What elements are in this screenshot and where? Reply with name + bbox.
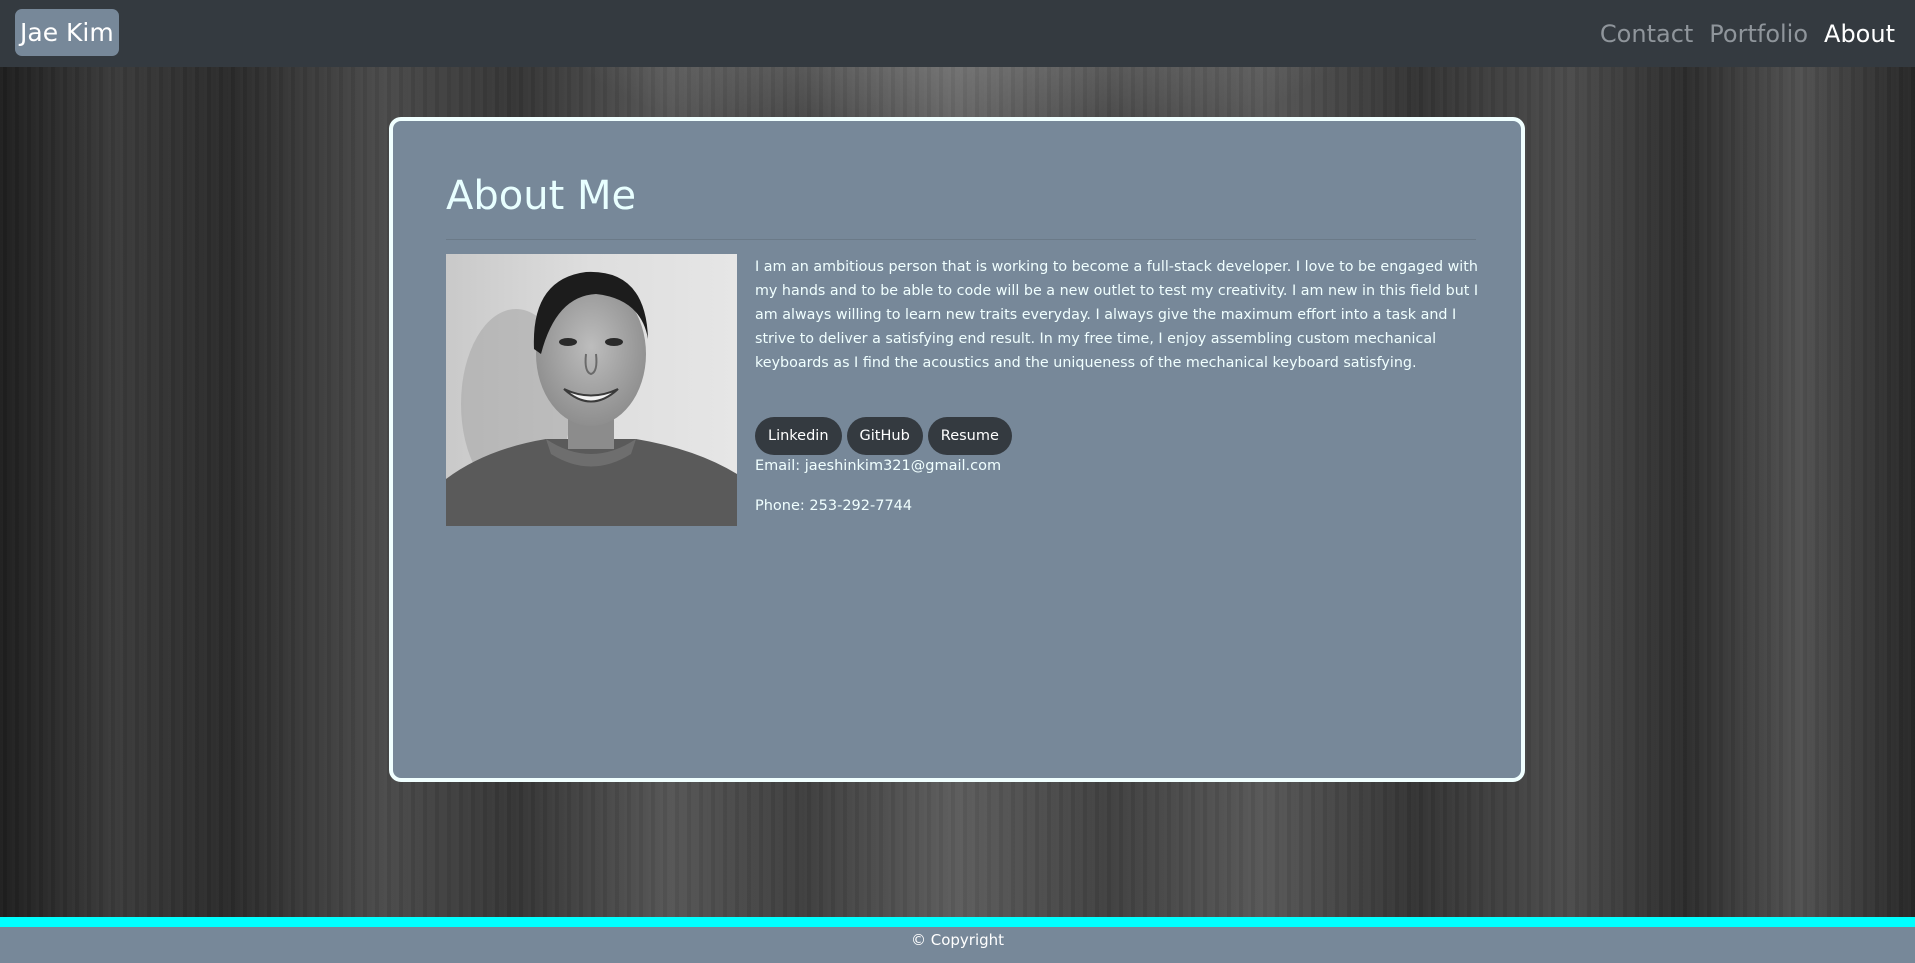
- divider: [446, 239, 1476, 240]
- nav-link-portfolio[interactable]: Portfolio: [1709, 20, 1808, 48]
- about-card: About Me I am an ambitious person that i…: [389, 117, 1525, 782]
- github-button[interactable]: GitHub: [846, 417, 923, 455]
- phone-text: Phone: 253-292-7744: [755, 498, 913, 514]
- link-buttons: Linkedin GitHub Resume: [755, 417, 1012, 455]
- copyright-text: © Copyright: [910, 931, 1005, 949]
- brand-link[interactable]: Jae Kim: [15, 9, 119, 56]
- footer-accent-stripe: [0, 917, 1915, 927]
- bio-text: I am an ambitious person that is working…: [755, 259, 1479, 371]
- resume-button[interactable]: Resume: [927, 417, 1012, 455]
- footer: © Copyright: [0, 927, 1915, 963]
- email-text: Email: jaeshinkim321@gmail.com: [755, 458, 1002, 474]
- linkedin-button[interactable]: Linkedin: [755, 417, 842, 455]
- nav-link-about[interactable]: About: [1824, 20, 1895, 48]
- nav-link-contact[interactable]: Contact: [1600, 20, 1693, 48]
- navbar: Jae Kim Contact Portfolio About: [0, 0, 1915, 67]
- nav-links: Contact Portfolio About: [1600, 0, 1895, 67]
- profile-photo: [446, 254, 737, 526]
- page-title: About Me: [446, 173, 637, 219]
